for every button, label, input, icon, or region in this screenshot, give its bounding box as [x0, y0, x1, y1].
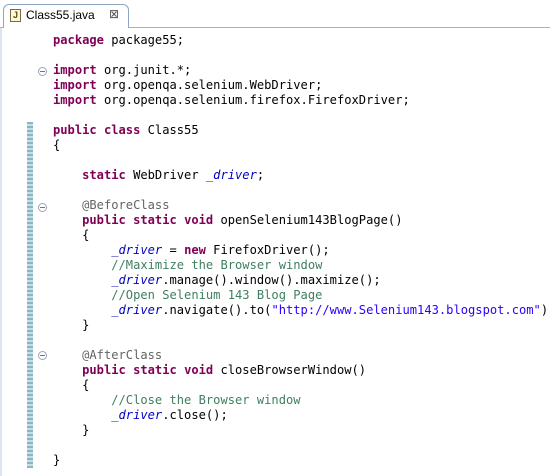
- file-icon-letter: J: [13, 10, 19, 20]
- code-line-statement[interactable]: _driver.manage().window().maximize();: [53, 273, 380, 288]
- editor-left-ruler: [0, 28, 2, 476]
- code-line-import[interactable]: import org.junit.*;: [53, 63, 191, 78]
- code-line-brace[interactable]: {: [53, 378, 89, 393]
- code-line-method-declaration[interactable]: public static void openSelenium143BlogPa…: [53, 213, 402, 228]
- fold-toggle-icon[interactable]: [38, 351, 47, 360]
- code-line-statement[interactable]: _driver = new FirefoxDriver();: [53, 243, 329, 258]
- code-line-method-declaration[interactable]: public static void closeBrowserWindow(): [53, 363, 366, 378]
- code-line-brace[interactable]: }: [53, 318, 89, 333]
- java-file-icon: J: [10, 9, 21, 22]
- code-line-package[interactable]: package package55;: [53, 33, 184, 48]
- fold-toggle-icon[interactable]: [38, 203, 47, 212]
- code-line-statement[interactable]: _driver.navigate().to("http://www.Seleni…: [53, 303, 550, 318]
- code-line-statement[interactable]: _driver.close();: [53, 408, 228, 423]
- code-line-brace[interactable]: }: [53, 423, 89, 438]
- code-line-class-declaration[interactable]: public class Class55: [53, 123, 199, 138]
- code-line-import[interactable]: import org.openqa.selenium.WebDriver;: [53, 78, 322, 93]
- code-line-brace[interactable]: }: [53, 453, 60, 468]
- change-indicator-bar: [27, 122, 33, 468]
- close-icon[interactable]: ⊠: [109, 7, 119, 21]
- editor-tab-class55[interactable]: J Class55.java ⊠: [3, 4, 129, 28]
- editor-tab-title: Class55.java: [26, 8, 95, 22]
- code-line-annotation[interactable]: @AfterClass: [53, 348, 162, 363]
- fold-toggle-icon[interactable]: [38, 67, 47, 76]
- code-line-field[interactable]: static WebDriver _driver;: [53, 168, 264, 183]
- code-line-brace[interactable]: {: [53, 228, 89, 243]
- editor-tab-bar: J Class55.java ⊠: [0, 0, 550, 28]
- code-line-import[interactable]: import org.openqa.selenium.firefox.Firef…: [53, 93, 410, 108]
- code-line-annotation[interactable]: @BeforeClass: [53, 198, 169, 213]
- code-line-brace[interactable]: {: [53, 138, 60, 153]
- code-line-comment[interactable]: //Open Selenium 143 Blog Page: [53, 288, 322, 303]
- code-line-comment[interactable]: //Maximize the Browser window: [53, 258, 322, 273]
- code-line-comment[interactable]: //Close the Browser window: [53, 393, 300, 408]
